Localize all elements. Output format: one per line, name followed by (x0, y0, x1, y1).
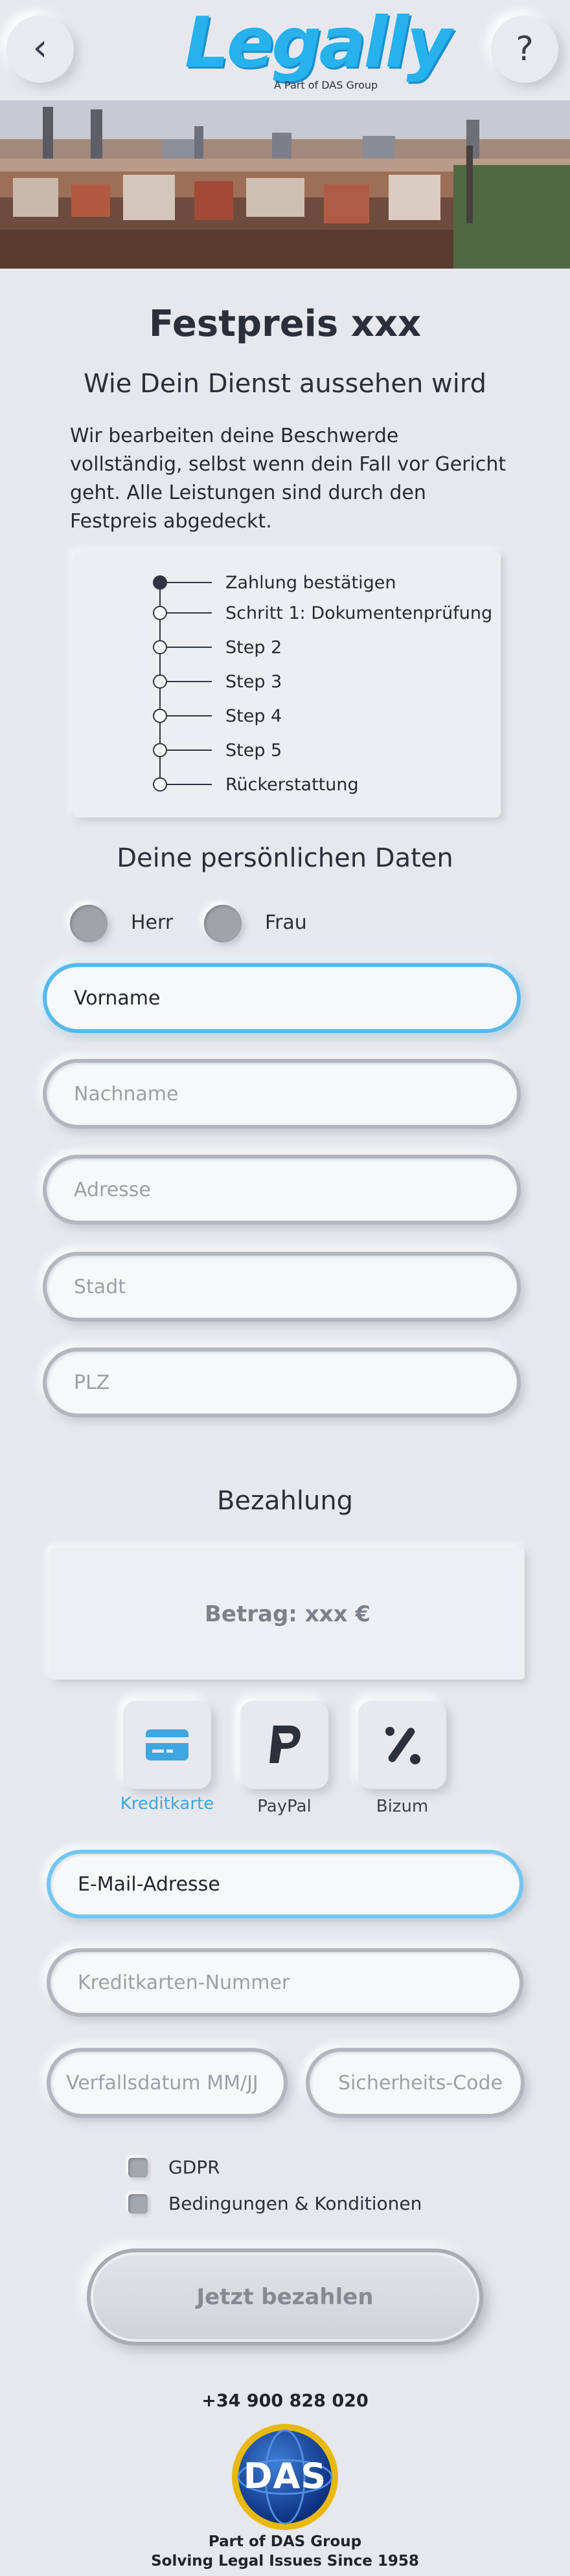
step-dot (153, 606, 167, 620)
expiry-field[interactable]: Verfallsdatum MM/JJ (47, 2048, 288, 2118)
footer-line-2: Solving Legal Issues Since 1958 (151, 2553, 419, 2570)
zip-field[interactable]: PLZ (43, 1348, 521, 1417)
payment-heading: Bezahlung (216, 1486, 354, 1516)
radio-circle[interactable] (204, 905, 242, 942)
terms-checkbox[interactable] (128, 2194, 148, 2214)
pay-now-button[interactable]: Jetzt bezahlen (87, 2248, 483, 2346)
step-item: Step 2 (73, 638, 501, 658)
pay-method-label-creditcard: Kreditkarte (120, 1794, 214, 1814)
back-button[interactable]: ‹ (6, 16, 74, 83)
step-dot (153, 777, 167, 792)
step-label: Zahlung bestätigen (225, 573, 396, 593)
pay-method-creditcard-button[interactable] (123, 1701, 211, 1789)
help-button[interactable]: ? (491, 16, 558, 83)
pay-method-paypal-button[interactable] (240, 1701, 328, 1789)
radio-label-frau: Frau (265, 911, 307, 934)
pay-method-label-bizum: Bizum (376, 1797, 429, 1816)
das-logo: DAS (230, 2422, 340, 2532)
amount-box: Betrag: xxx € (51, 1548, 525, 1680)
radio-label-herr: Herr (131, 911, 174, 934)
step-connector (166, 715, 212, 716)
chevron-left-icon: ‹ (32, 25, 48, 69)
step-done-dot (153, 575, 167, 590)
legally-logo: Legally A Part of DAS Group (185, 3, 452, 100)
last-name-field[interactable]: Nachname (43, 1059, 521, 1129)
step-connector (166, 612, 212, 614)
page-title: Festpreis xxx (148, 303, 422, 345)
step-item: Zahlung bestätigen (73, 573, 501, 594)
step-item: Rückerstattung (73, 775, 501, 795)
logo-wordmark: Legally (185, 3, 452, 83)
gdpr-label: GDPR (168, 2157, 220, 2178)
email-field[interactable]: E-Mail-Adresse (47, 1850, 523, 1918)
city-banner-image (0, 100, 570, 269)
step-label: Step 3 (225, 672, 282, 692)
step-item: Schritt 1: Dokumentenprüfung (73, 603, 501, 624)
first-name-field[interactable]: Vorname (43, 963, 521, 1033)
support-phone-number[interactable]: +34 900 828 020 (0, 2391, 570, 2411)
das-logo-text: DAS (243, 2456, 327, 2496)
address-field[interactable]: Adresse (43, 1155, 521, 1225)
personal-data-heading: Deine persönlichen Daten (117, 843, 453, 873)
step-item: Step 5 (73, 740, 501, 761)
step-label: Step 5 (225, 740, 282, 761)
terms-label: Bedingungen & Konditionen (168, 2193, 422, 2214)
page-subtitle: Wie Dein Dienst aussehen wird (84, 369, 486, 399)
step-label: Step 2 (225, 638, 282, 658)
radio-circle[interactable] (70, 905, 108, 942)
paypal-icon (269, 1726, 301, 1763)
question-icon: ? (516, 30, 534, 69)
step-connector (166, 582, 212, 583)
step-dot (153, 743, 167, 757)
step-dot (153, 709, 167, 723)
logo-subtitle: A Part of DAS Group (274, 79, 378, 91)
step-label: Schritt 1: Dokumentenprüfung (225, 603, 493, 623)
step-label: Step 4 (225, 706, 282, 726)
terms-checkbox-row[interactable]: Bedingungen & Konditionen (128, 2193, 452, 2216)
product-description: Wir bearbeiten deine Beschwerde vollstän… (70, 425, 507, 533)
step-connector (166, 647, 212, 648)
salutation-frau-radio[interactable]: Frau (204, 905, 334, 944)
step-dot (153, 674, 167, 689)
city-skyline-illustration (0, 100, 570, 269)
salutation-herr-radio[interactable]: Herr (70, 905, 200, 944)
pay-method-bizum-button[interactable] (358, 1701, 446, 1789)
footer-line-1: Part of DAS Group (208, 2533, 362, 2550)
pay-method-label-paypal: PayPal (257, 1797, 312, 1816)
step-item: Step 3 (73, 672, 501, 693)
security-code-field[interactable]: Sicherheits-Code (306, 2048, 525, 2118)
step-item: Step 4 (73, 706, 501, 727)
step-dot (153, 640, 167, 654)
step-label: Rückerstattung (225, 775, 359, 795)
credit-card-icon (146, 1729, 188, 1760)
city-field[interactable]: Stadt (43, 1252, 521, 1322)
steps-list: Zahlung bestätigen Schritt 1: Dokumenten… (73, 552, 501, 817)
step-connector (166, 784, 212, 785)
service-steps-card: Zahlung bestätigen Schritt 1: Dokumenten… (73, 552, 501, 817)
gdpr-checkbox-row[interactable]: GDPR (128, 2157, 323, 2180)
card-number-field[interactable]: Kreditkarten-Nummer (47, 1948, 523, 2017)
gdpr-checkbox[interactable] (128, 2158, 148, 2177)
bizum-icon (385, 1727, 420, 1764)
step-connector (166, 681, 212, 682)
step-connector (166, 749, 212, 751)
